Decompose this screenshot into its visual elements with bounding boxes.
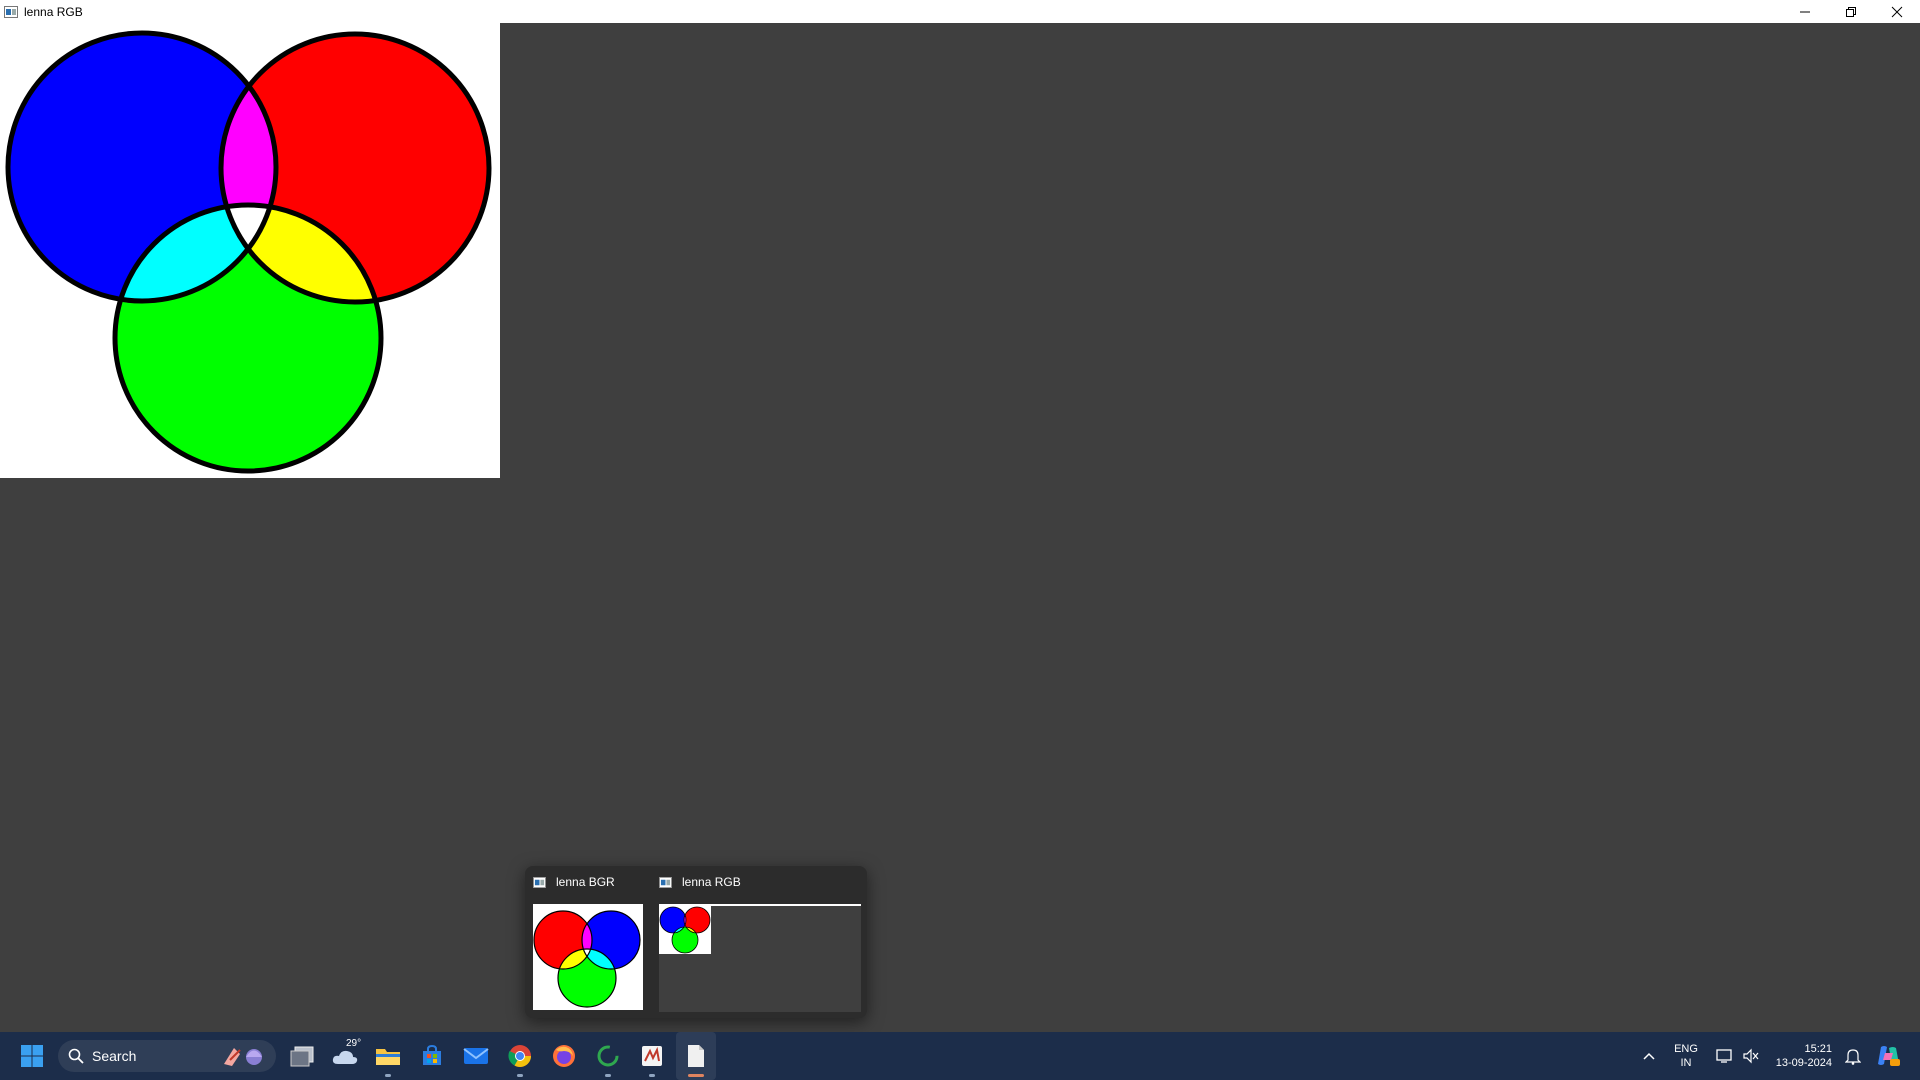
rgb-venn-diagram (5, 30, 492, 474)
mail-icon (463, 1048, 489, 1064)
taskbar-document-app[interactable] (676, 1032, 716, 1080)
window-titlebar[interactable]: lenna RGB (0, 0, 1920, 23)
network-status[interactable] (1712, 1032, 1738, 1080)
store-icon (423, 1044, 441, 1065)
volume-muted-icon (1743, 1048, 1759, 1064)
windows-start-icon (21, 1045, 43, 1067)
opencv-window-icon (533, 876, 546, 888)
firefox-icon (553, 1045, 575, 1067)
image-canvas (0, 23, 500, 478)
taskbar-preview-popup: lenna BGR lenna RGB (525, 866, 867, 1018)
clock-date: 13-09-2024 (1775, 1057, 1832, 1069)
paint-app-icon (642, 1046, 662, 1066)
close-icon (1891, 6, 1903, 17)
chrome-icon (508, 1045, 531, 1067)
language-code: ENG (1674, 1043, 1698, 1055)
preview-item-lenna-rgb[interactable]: lenna RGB (651, 866, 867, 1012)
opencv-window-icon (659, 876, 672, 888)
taskbar: 29° ENG IN 15:21 13-09-2024 (0, 1032, 1920, 1080)
weather-button[interactable]: 29° (325, 1032, 365, 1080)
preview-thumbnail-bgr (533, 904, 643, 1010)
copilot-icon (1878, 1046, 1900, 1066)
taskbar-firefox[interactable] (544, 1032, 584, 1080)
search-placeholder: Search (92, 1048, 137, 1064)
network-icon (1716, 1049, 1732, 1063)
language-indicator[interactable]: ENG IN (1668, 1032, 1704, 1080)
search-icon (68, 1048, 84, 1064)
task-view-icon (290, 1046, 314, 1067)
taskbar-chrome[interactable] (500, 1032, 540, 1080)
weather-temp: 29° (346, 1038, 362, 1049)
notifications-button[interactable] (1842, 1032, 1864, 1080)
preview-title: lenna BGR (556, 875, 615, 889)
document-app-icon (688, 1045, 704, 1067)
taskbar-search-box[interactable]: Search (58, 1040, 276, 1072)
chevron-up-icon (1643, 1052, 1655, 1060)
window-title: lenna RGB (24, 4, 83, 19)
copilot-button[interactable] (1872, 1032, 1904, 1080)
preview-title: lenna RGB (682, 875, 741, 889)
preview-thumbnail-rgb (659, 904, 861, 1012)
volume-status[interactable] (1738, 1032, 1764, 1080)
clock-time: 15:21 (1804, 1043, 1832, 1055)
taskbar-mail[interactable] (456, 1032, 496, 1080)
task-view-button[interactable] (282, 1032, 322, 1080)
restore-button[interactable] (1828, 0, 1874, 23)
start-button[interactable] (12, 1032, 52, 1080)
window-controls (1782, 0, 1920, 23)
loading-app-icon (597, 1045, 619, 1067)
taskbar-file-explorer[interactable] (368, 1032, 408, 1080)
taskbar-store[interactable] (412, 1032, 452, 1080)
taskbar-paint-app[interactable] (632, 1032, 672, 1080)
taskbar-loading-app[interactable] (588, 1032, 628, 1080)
file-explorer-icon (376, 1049, 400, 1065)
preview-item-lenna-bgr[interactable]: lenna BGR (525, 866, 651, 1010)
minimize-icon (1800, 11, 1810, 12)
opencv-window-icon (4, 5, 18, 18)
minimize-button[interactable] (1782, 0, 1828, 23)
show-hidden-icons-button[interactable] (1636, 1032, 1662, 1080)
language-region: IN (1680, 1057, 1692, 1069)
clock[interactable]: 15:21 13-09-2024 (1766, 1032, 1832, 1080)
close-button[interactable] (1874, 0, 1920, 23)
restore-icon (1846, 6, 1856, 17)
search-highlight-icon (224, 1048, 262, 1066)
notification-bell-icon (1845, 1049, 1861, 1065)
